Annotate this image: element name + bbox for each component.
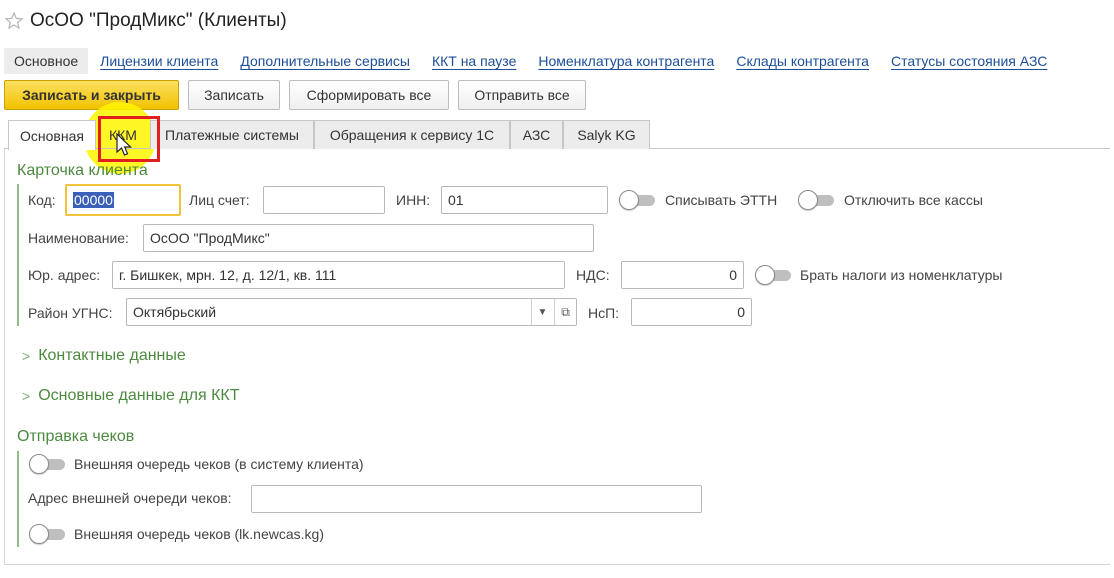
account-field[interactable] [263, 186, 385, 214]
external-queue-toggle[interactable] [29, 454, 67, 474]
contacts-section-label: Контактные данные [38, 347, 186, 364]
send-all-button[interactable]: Отправить все [458, 80, 586, 110]
open-form-icon[interactable]: ⧉ [554, 299, 576, 325]
tab-1c-requests[interactable]: Обращения к сервису 1С [314, 120, 510, 149]
generate-all-button[interactable]: Сформировать все [289, 80, 449, 110]
disable-all-label: Отключить все кассы [844, 192, 983, 208]
inn-label: ИНН: [396, 192, 431, 208]
mouse-pointer-icon [116, 133, 132, 156]
nav-item-main[interactable]: Основное [4, 48, 89, 74]
write-off-label: Списывать ЭТТН [665, 192, 778, 208]
nsp-field[interactable]: 0 [631, 298, 752, 326]
client-card-bar [17, 184, 19, 326]
favorite-star-icon[interactable] [4, 11, 24, 31]
address-label: Юр. адрес: [28, 267, 101, 283]
address-field[interactable]: г. Бишкек, мрн. 12, д. 12/1, кв. 111 [112, 261, 565, 289]
queue-address-field[interactable] [251, 485, 702, 513]
inn-field[interactable]: 01 [441, 186, 608, 214]
code-field[interactable]: 00000 [65, 184, 181, 216]
nav-item-kkt-paused[interactable]: ККТ на паузе [432, 53, 516, 69]
tab-main[interactable]: Основная [8, 120, 96, 150]
nav-item-extra-services[interactable]: Дополнительные сервисы [240, 53, 410, 69]
tab-gas-stations[interactable]: АЗС [510, 120, 563, 149]
newcas-queue-label: Внешняя очередь чеков (lk.newcas.kg) [74, 526, 324, 542]
district-value: Октябрьский [133, 304, 217, 320]
vat-label: НДС: [576, 267, 610, 283]
window-title: ОсОО "ПродМикс" (Клиенты) [30, 10, 287, 31]
external-queue-label: Внешняя очередь чеков (в систему клиента… [74, 456, 364, 472]
client-card-title: Карточка клиента [17, 162, 148, 179]
name-field[interactable]: ОсОО "ПродМикс" [143, 224, 594, 252]
chevron-right-icon: > [22, 388, 31, 404]
form-frame-left [4, 149, 5, 565]
nav-item-nomenclature[interactable]: Номенклатура контрагента [538, 53, 714, 69]
queue-address-label: Адрес внешней очереди чеков: [28, 490, 232, 506]
district-label: Район УГНС: [28, 305, 113, 321]
newcas-queue-toggle[interactable] [29, 524, 67, 544]
code-label: Код: [28, 192, 56, 208]
tab-salyk-kg[interactable]: Salyk KG [563, 120, 650, 149]
tab-payment-systems[interactable]: Платежные системы [150, 120, 314, 149]
kkt-data-section[interactable]: > Основные данные для ККТ [22, 387, 240, 405]
write-off-toggle[interactable] [619, 190, 657, 210]
save-and-close-button[interactable]: Записать и закрыть [4, 80, 179, 110]
nsp-label: НсП: [588, 305, 620, 321]
receipts-bar [17, 451, 19, 547]
taxes-toggle[interactable] [755, 265, 793, 285]
contacts-section[interactable]: > Контактные данные [22, 347, 186, 365]
chevron-right-icon: > [22, 348, 31, 364]
kkt-data-section-label: Основные данные для ККТ [38, 387, 240, 404]
form-navigation: Основное Лицензии клиента Дополнительные… [4, 47, 1069, 75]
disable-all-toggle[interactable] [798, 190, 836, 210]
chevron-down-icon[interactable]: ▼ [531, 299, 553, 325]
vat-field[interactable]: 0 [621, 261, 744, 289]
district-select[interactable]: Октябрьский [126, 298, 577, 326]
save-button[interactable]: Записать [188, 80, 280, 110]
taxes-label: Брать налоги из номенклатуры [800, 267, 1003, 283]
nav-item-licenses[interactable]: Лицензии клиента [100, 53, 218, 69]
form-bottom-border [4, 564, 1110, 565]
nav-item-warehouses[interactable]: Склады контрагента [736, 53, 869, 69]
receipts-title: Отправка чеков [17, 428, 135, 445]
name-label: Наименование: [28, 230, 129, 246]
nav-item-station-statuses[interactable]: Статусы состояния АЗС [891, 53, 1047, 69]
account-label: Лиц счет: [189, 192, 250, 208]
